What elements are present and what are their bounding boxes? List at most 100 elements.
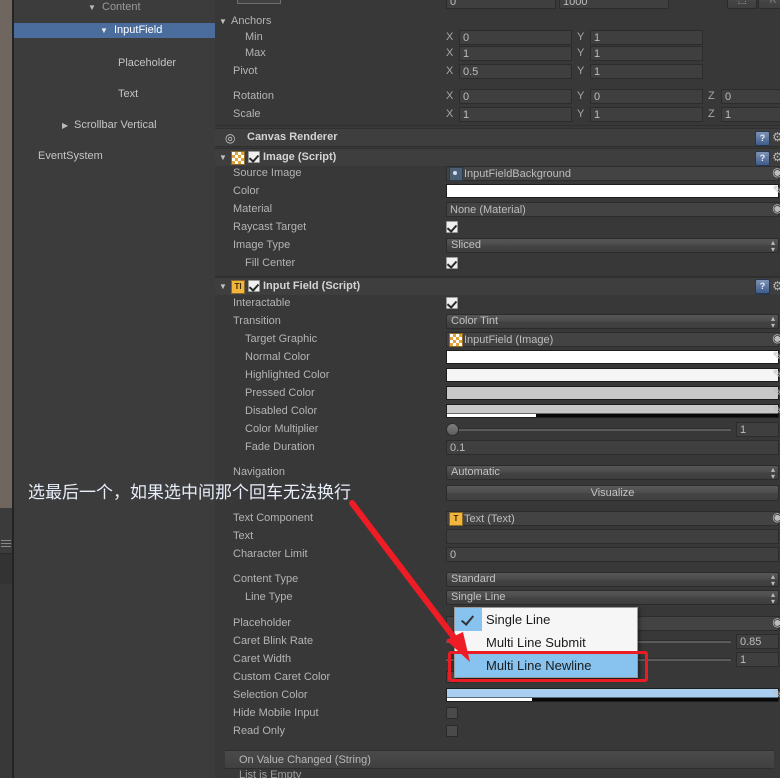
text-component-row[interactable]: Text Component Text (Text) T ◉ <box>215 511 780 527</box>
input-field-script-header[interactable]: ▼ TI Input Field (Script) ? ⚙ <box>215 277 780 295</box>
pivot-row[interactable]: Pivot X 0.5 Y 1 <box>215 64 780 80</box>
character-limit-row[interactable]: Character Limit 0 <box>215 547 780 563</box>
color-multiplier-slider[interactable] <box>446 422 731 436</box>
eye-icon[interactable]: ◎ <box>225 131 235 145</box>
eyedropper-icon[interactable]: ✎ <box>771 404 780 417</box>
eyedropper-icon[interactable]: ✎ <box>771 184 780 197</box>
transition-row[interactable]: Transition Color Tint ▴ ▾ <box>215 314 780 330</box>
transition-dropdown[interactable]: Color Tint ▴ ▾ <box>446 314 779 330</box>
highlighted-color-row[interactable]: Highlighted Color ✎ <box>215 368 780 384</box>
navigation-dropdown[interactable]: Automatic ▴ ▾ <box>446 465 779 481</box>
caret-width-input[interactable]: 1 <box>736 652 779 667</box>
target-graphic-row[interactable]: Target Graphic InputField (Image) ◉ <box>215 332 780 348</box>
hierarchy-panel[interactable]: ▼ Content ▼ InputField Placeholder Text … <box>14 0 215 778</box>
caret-blink-rate-input[interactable]: 0.85 <box>736 634 779 649</box>
object-picker-icon[interactable]: ◉ <box>771 202 780 215</box>
canvas-renderer-header[interactable]: ◎ Canvas Renderer ? ⚙ <box>215 128 780 146</box>
source-image-row[interactable]: Source Image InputFieldBackground ◉ <box>215 166 780 182</box>
rotation-y-input[interactable]: 0 <box>590 89 703 104</box>
anchor-max-y-input[interactable]: 1 <box>590 46 703 61</box>
line-type-row[interactable]: Line Type Single Line ▴ ▾ <box>215 590 780 606</box>
object-picker-icon[interactable]: ◉ <box>771 616 780 629</box>
dropdown-option-multi-line-newline[interactable]: Multi Line Newline <box>455 654 637 677</box>
hierarchy-item-inputfield[interactable]: ▼ InputField <box>14 23 215 38</box>
chevron-down-icon[interactable]: ▼ <box>100 23 108 38</box>
image-script-header[interactable]: ▼ Image (Script) ? ⚙ <box>215 148 780 166</box>
image-type-dropdown[interactable]: Sliced ▴ ▾ <box>446 238 779 254</box>
interactable-checkbox[interactable] <box>446 297 458 309</box>
slider-knob[interactable] <box>446 423 459 436</box>
pivot-x-input[interactable]: 0.5 <box>459 64 572 79</box>
source-image-objectfield[interactable]: InputFieldBackground <box>446 166 779 181</box>
rect-anchor-preset-box[interactable] <box>237 0 281 4</box>
image-material-objectfield[interactable]: None (Material) <box>446 202 779 217</box>
help-icon[interactable]: ? <box>755 151 770 166</box>
disabled-color-row[interactable]: Disabled Color ✎ <box>215 404 780 420</box>
rect-top-field-1[interactable]: 0 <box>446 0 556 9</box>
dropdown-option-single-line[interactable]: Single Line <box>455 608 637 631</box>
chevron-down-icon[interactable]: ▼ <box>88 0 96 15</box>
image-type-row[interactable]: Image Type Sliced ▴ ▾ <box>215 238 780 254</box>
hierarchy-item-content[interactable]: ▼ Content <box>14 0 215 15</box>
hierarchy-item-eventsystem[interactable]: EventSystem <box>14 149 215 164</box>
pressed-color-swatch[interactable] <box>446 386 779 400</box>
hide-mobile-input-row[interactable]: Hide Mobile Input <box>215 706 780 722</box>
color-multiplier-row[interactable]: Color Multiplier 1 <box>215 422 780 438</box>
hierarchy-item-placeholder[interactable]: Placeholder <box>14 56 215 71</box>
content-type-dropdown[interactable]: Standard ▴ ▾ <box>446 572 779 588</box>
help-icon[interactable]: ? <box>755 279 770 294</box>
image-enabled-checkbox[interactable] <box>248 151 260 163</box>
image-color-swatch[interactable] <box>446 184 779 198</box>
anchors-row[interactable]: ▼ Anchors <box>215 14 780 30</box>
fade-duration-row[interactable]: Fade Duration 0.1 <box>215 440 780 456</box>
anchor-max-x-input[interactable]: 1 <box>459 46 572 61</box>
anchor-min-row[interactable]: Min X 0 Y 1 <box>215 30 780 46</box>
rect-top-field-2[interactable]: 1000 <box>559 0 669 9</box>
anchor-max-row[interactable]: Max X 1 Y 1 <box>215 46 780 62</box>
image-material-row[interactable]: Material None (Material) ◉ <box>215 202 780 218</box>
text-row[interactable]: Text <box>215 529 780 545</box>
read-only-row[interactable]: Read Only <box>215 724 780 740</box>
eyedropper-icon[interactable]: ✎ <box>771 386 780 399</box>
chevron-down-icon[interactable]: ▼ <box>219 282 227 291</box>
scale-x-input[interactable]: 1 <box>459 107 572 122</box>
anchor-min-x-input[interactable]: 0 <box>459 30 572 45</box>
raycast-target-checkbox[interactable] <box>446 221 458 233</box>
rotation-x-input[interactable]: 0 <box>459 89 572 104</box>
chevron-right-icon[interactable]: ▶ <box>62 118 68 133</box>
normal-color-swatch[interactable] <box>446 350 779 364</box>
selection-color-row[interactable]: Selection Color ✎ <box>215 688 780 704</box>
eyedropper-icon[interactable]: ✎ <box>771 350 780 363</box>
hierarchy-item-text[interactable]: Text <box>14 87 215 102</box>
line-type-dropdown-list[interactable]: Single Line Multi Line Submit Multi Line… <box>454 607 638 678</box>
read-only-checkbox[interactable] <box>446 725 458 737</box>
object-picker-icon[interactable]: ◉ <box>771 166 780 179</box>
rotation-row[interactable]: Rotation X 0 Y 0 Z 0 <box>215 89 780 105</box>
rect-blueprint-button[interactable]: ⬚ <box>727 0 757 9</box>
hide-mobile-input-checkbox[interactable] <box>446 707 458 719</box>
anchor-min-y-input[interactable]: 1 <box>590 30 703 45</box>
normal-color-row[interactable]: Normal Color ✎ <box>215 350 780 366</box>
object-picker-icon[interactable]: ◉ <box>771 511 780 524</box>
fade-duration-input[interactable]: 0.1 <box>446 440 779 455</box>
chevron-down-icon[interactable]: ▼ <box>219 153 227 162</box>
on-value-changed-header[interactable]: On Value Changed (String) <box>225 750 774 769</box>
left-strip-tab[interactable] <box>0 0 12 508</box>
character-limit-input[interactable]: 0 <box>446 547 779 562</box>
pressed-color-row[interactable]: Pressed Color ✎ <box>215 386 780 402</box>
object-picker-icon[interactable]: ◉ <box>771 332 780 345</box>
gear-icon[interactable]: ⚙ <box>771 280 780 293</box>
fill-center-checkbox[interactable] <box>446 257 458 269</box>
visualize-button[interactable]: Visualize <box>446 485 779 501</box>
gear-icon[interactable]: ⚙ <box>771 131 780 144</box>
gear-icon[interactable]: ⚙ <box>771 151 780 164</box>
text-input[interactable] <box>446 529 779 544</box>
text-component-objectfield[interactable]: Text (Text) <box>446 511 779 526</box>
target-graphic-objectfield[interactable]: InputField (Image) <box>446 332 779 347</box>
eyedropper-icon[interactable]: ✎ <box>771 368 780 381</box>
rect-raw-button[interactable]: R <box>758 0 780 9</box>
scale-y-input[interactable]: 1 <box>590 107 703 122</box>
pivot-y-input[interactable]: 1 <box>590 64 703 79</box>
line-type-dropdown[interactable]: Single Line ▴ ▾ <box>446 590 779 606</box>
left-strip-grip[interactable] <box>1 540 11 549</box>
